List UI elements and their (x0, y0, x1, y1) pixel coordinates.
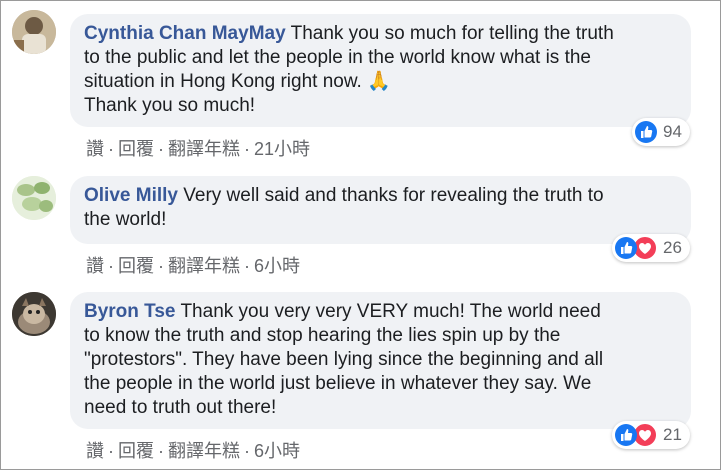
comment-text: Thank you very very VERY much! The world… (175, 301, 601, 322)
reaction-count: 94 (663, 122, 682, 141)
reaction-count: 21 (663, 425, 682, 444)
separator: · (244, 139, 250, 159)
translate-link[interactable]: 翻譯年糕 (168, 135, 240, 161)
reply-link[interactable]: 回覆 (118, 437, 154, 463)
comment-text: Very well said and thanks for revealing … (177, 185, 604, 206)
separator: · (244, 441, 250, 461)
like-reaction-icon (635, 121, 657, 143)
reply-link[interactable]: 回覆 (118, 135, 154, 161)
comment-author[interactable]: Olive Milly (84, 185, 178, 206)
comment-actions: 讚 · 回覆 · 翻譯年糕 · 21小時 (86, 135, 310, 161)
timestamp[interactable]: 21小時 (254, 135, 310, 161)
like-reaction-icon (615, 424, 637, 446)
comment-text: to the public and let the people in the … (84, 47, 591, 68)
avatar[interactable] (12, 176, 56, 220)
like-link[interactable]: 讚 (86, 252, 104, 278)
comment-text: the world! (84, 209, 167, 230)
separator: · (158, 139, 164, 159)
comment-bubble: Byron Tse Thank you very very VERY much!… (70, 292, 691, 429)
comment-text: need to truth out there! (84, 397, 277, 418)
like-reaction-icon (615, 237, 637, 259)
like-link[interactable]: 讚 (86, 437, 104, 463)
comment-text: Thank you so much for telling the truth (285, 23, 614, 44)
avatar[interactable] (12, 10, 56, 54)
translate-link[interactable]: 翻譯年糕 (168, 437, 240, 463)
separator: · (108, 441, 114, 461)
comment-bubble: Cynthia Chan MayMay Thank you so much fo… (70, 14, 691, 127)
separator: · (244, 256, 250, 276)
comment-author[interactable]: Byron Tse (84, 301, 176, 322)
comment-author[interactable]: Cynthia Chan MayMay (84, 23, 286, 44)
comment-text: to know the truth and stop hearing the l… (84, 325, 561, 346)
timestamp[interactable]: 6小時 (254, 252, 300, 278)
reaction-summary[interactable]: 94 (632, 118, 690, 146)
separator: · (108, 139, 114, 159)
reaction-count: 26 (663, 238, 682, 257)
comment-text: the people in the world just believe in … (84, 373, 592, 394)
timestamp[interactable]: 6小時 (254, 437, 300, 463)
separator: · (158, 256, 164, 276)
separator: · (158, 441, 164, 461)
comment-text: "protestors". They have been lying since… (84, 349, 604, 370)
reaction-summary[interactable]: 21 (612, 421, 690, 449)
comment-actions: 讚 · 回覆 · 翻譯年糕 · 6小時 (86, 437, 300, 463)
avatar[interactable] (12, 292, 56, 336)
separator: · (108, 256, 114, 276)
comment-text: situation in Hong Kong right now. 🙏 (84, 71, 391, 92)
translate-link[interactable]: 翻譯年糕 (168, 252, 240, 278)
comment-actions: 讚 · 回覆 · 翻譯年糕 · 6小時 (86, 252, 300, 278)
comment-text: Thank you so much! (84, 95, 256, 116)
comment-bubble: Olive Milly Very well said and thanks fo… (70, 176, 691, 244)
reply-link[interactable]: 回覆 (118, 252, 154, 278)
like-link[interactable]: 讚 (86, 135, 104, 161)
reaction-summary[interactable]: 26 (612, 234, 690, 262)
